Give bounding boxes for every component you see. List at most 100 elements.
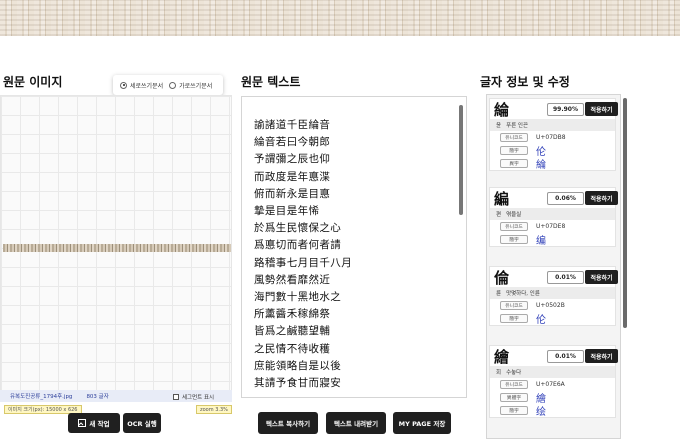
document-banner-image	[0, 0, 680, 36]
text-lines[interactable]: 諭諸道千臣綸音 綸音若曰今朝郎 予謂彌之辰也仰 而政度是年悳渫 俯而新永是目悳 摯是目是年…	[254, 117, 352, 392]
glyph-reading: 윤	[496, 123, 502, 129]
confidence-badge: 0.01%	[547, 271, 584, 284]
radio-vertical[interactable]: 세로쓰기문서	[120, 81, 163, 90]
text-line[interactable]: 海門數十黑地水之	[254, 289, 352, 306]
glyph-info-panel: 綸 99.90% 적용하기 윤 푸른 인끈 유니코드 U+07DB8 簡字伦異字綸編 0.06%…	[486, 94, 621, 439]
text-editor[interactable]: 諭諸道千臣綸音 綸音若曰今朝郎 予謂彌之辰也仰 而政度是年悳渫 俯而新永是目悳 摯是目是年…	[241, 96, 467, 398]
scrollbar[interactable]	[459, 105, 463, 215]
unicode-row: 유니코드 U+0502B	[490, 299, 615, 312]
text-line[interactable]: 之民情不待收穫	[254, 341, 352, 358]
glyph-card: 綸 99.90% 적용하기 윤 푸른 인끈 유니코드 U+07DB8 簡字伦異字綸	[489, 98, 618, 171]
radio-dot-selected[interactable]	[120, 81, 127, 89]
variant-tag[interactable]: 簡字	[500, 235, 528, 244]
text-line[interactable]: 其請予食甘而寢安	[254, 375, 352, 392]
ocr-run-button[interactable]: OCR 실행	[123, 413, 161, 433]
unicode-tag[interactable]: 유니코드	[500, 133, 528, 142]
text-line[interactable]: 俯而新永是目悳	[254, 186, 352, 203]
glyph-reading: 회	[496, 370, 502, 376]
file-name[interactable]: 유복도진공류_1794후.jpg	[10, 392, 72, 400]
variant-tag[interactable]: 異字	[500, 159, 528, 168]
text-line[interactable]: 諭諸道千臣綸音	[254, 117, 352, 134]
text-line[interactable]: 爲悳切而者何者請	[254, 237, 352, 254]
glyph-meaning: 맛몇하다, 인륜	[506, 291, 540, 297]
text-line[interactable]: 皆爲之鹹聽望輔	[254, 323, 352, 340]
radio-horizontal-label: 가로쓰기문서	[179, 82, 213, 90]
variant-glyph[interactable]: 编	[536, 232, 546, 247]
variant-glyph[interactable]: 绘	[536, 403, 546, 418]
unicode-value: U+07E6A	[536, 381, 565, 388]
unicode-value: U+07DE8	[536, 223, 566, 230]
confidence-badge: 99.90%	[547, 103, 584, 116]
image-viewer[interactable]	[0, 95, 232, 393]
confidence-badge: 0.06%	[547, 192, 584, 205]
glyph-meaning-row: 편 엮을실	[490, 208, 615, 220]
glyph-char: 繪	[494, 347, 510, 366]
glyph-char: 編	[494, 189, 510, 208]
glyph-meaning: 푸른 인끈	[506, 123, 529, 129]
panel-title-image: 원문 이미지	[3, 75, 63, 89]
text-line[interactable]: 予謂彌之辰也仰	[254, 151, 352, 168]
glyph-card-header: 倫 0.01% 적용하기	[490, 267, 618, 287]
apply-button[interactable]: 적용하기	[585, 102, 618, 116]
text-line[interactable]: 而政度是年悳渫	[254, 169, 352, 186]
text-line[interactable]: 所薰醬禾稼綿祭	[254, 306, 352, 323]
apply-button[interactable]: 적용하기	[585, 349, 618, 363]
variant-tag[interactable]: 簡字	[500, 146, 528, 155]
unicode-row: 유니코드 U+07DE8	[490, 220, 615, 233]
glyph-reading: 편	[496, 212, 502, 218]
segment-toggle[interactable]: 세그먼트 표시	[173, 393, 214, 401]
apply-button[interactable]: 적용하기	[585, 270, 618, 284]
text-line[interactable]: 庶能領略自是以後	[254, 358, 352, 375]
app-window: 원문 이미지 세로쓰기문서 가로쓰기문서 유복도진공류_1794후.jpg 80…	[0, 0, 680, 447]
text-line[interactable]: 綸音若曰今朝郎	[254, 134, 352, 151]
download-text-button[interactable]: 텍스트 내려받기	[326, 412, 386, 434]
zoom-chip: zoom 3.3%	[196, 405, 232, 414]
text-line[interactable]: 風勢然看靡然近	[254, 272, 352, 289]
orientation-selector: 세로쓰기문서 가로쓰기문서	[113, 75, 223, 95]
variant-row: 異體字繪	[490, 391, 615, 405]
glyph-meaning-row: 륜 맛몇하다, 인륜	[490, 287, 615, 299]
unicode-value: U+0502B	[536, 302, 565, 309]
unicode-tag[interactable]: 유니코드	[500, 380, 528, 389]
text-line[interactable]: 於爲生民懷保之心	[254, 220, 352, 237]
variant-tag[interactable]: 異體字	[500, 393, 528, 402]
apply-button[interactable]: 적용하기	[585, 191, 618, 205]
variant-glyph[interactable]: 綸	[536, 156, 546, 171]
new-job-button[interactable]: 새 작업	[68, 413, 120, 433]
new-job-label: 새 작업	[89, 420, 110, 428]
unicode-row: 유니코드 U+07E6A	[490, 378, 615, 391]
variant-row: 異字綸	[490, 156, 615, 171]
image-icon	[78, 419, 87, 427]
checkbox[interactable]	[173, 394, 179, 400]
confidence-badge: 0.01%	[547, 350, 584, 363]
text-line[interactable]: 摯是目是年悕	[254, 203, 352, 220]
copy-text-button[interactable]: 텍스트 복사하기	[258, 412, 318, 434]
glyph-reading: 륜	[496, 291, 502, 297]
radio-vertical-label: 세로쓰기문서	[130, 82, 164, 90]
segment-toggle-label: 세그먼트 표시	[182, 395, 215, 401]
save-mypage-button[interactable]: MY PAGE 저장	[393, 412, 451, 434]
variant-glyph[interactable]: 伦	[536, 311, 546, 326]
glyph-card-header: 編 0.06% 적용하기	[490, 188, 618, 208]
glyph-meaning: 수놓다	[506, 370, 522, 376]
variant-row: 簡字绘	[490, 403, 615, 418]
variant-row: 簡字编	[490, 232, 615, 247]
variant-row: 簡字伦	[490, 311, 615, 326]
unicode-row: 유니코드 U+07DB8	[490, 131, 615, 144]
glyph-card: 倫 0.01% 적용하기륜 맛몇하다, 인륜유니코드 U+0502B 簡字伦	[489, 266, 618, 326]
unicode-tag[interactable]: 유니코드	[500, 301, 528, 310]
text-line[interactable]: 路稽事七月目千八月	[254, 255, 352, 272]
variant-tag[interactable]: 簡字	[500, 406, 528, 415]
radio-horizontal[interactable]: 가로쓰기문서	[169, 81, 212, 90]
glyph-card-header: 繪 0.01% 적용하기	[490, 346, 618, 366]
glyph-char: 綸	[494, 100, 510, 119]
radio-dot[interactable]	[169, 81, 177, 89]
glyph-meaning-row: 윤 푸른 인끈	[490, 119, 615, 131]
scrollbar-right[interactable]	[623, 98, 627, 328]
glyph-meaning-row: 회 수놓다	[490, 366, 615, 378]
panel-title-text: 원문 텍스트	[241, 75, 301, 89]
variant-tag[interactable]: 簡字	[500, 314, 528, 323]
unicode-tag[interactable]: 유니코드	[500, 222, 528, 231]
glyph-card: 編 0.06% 적용하기편 엮을실유니코드 U+07DE8 簡字编	[489, 187, 618, 247]
panel-title-glyph: 글자 정보 및 수정	[480, 75, 570, 89]
